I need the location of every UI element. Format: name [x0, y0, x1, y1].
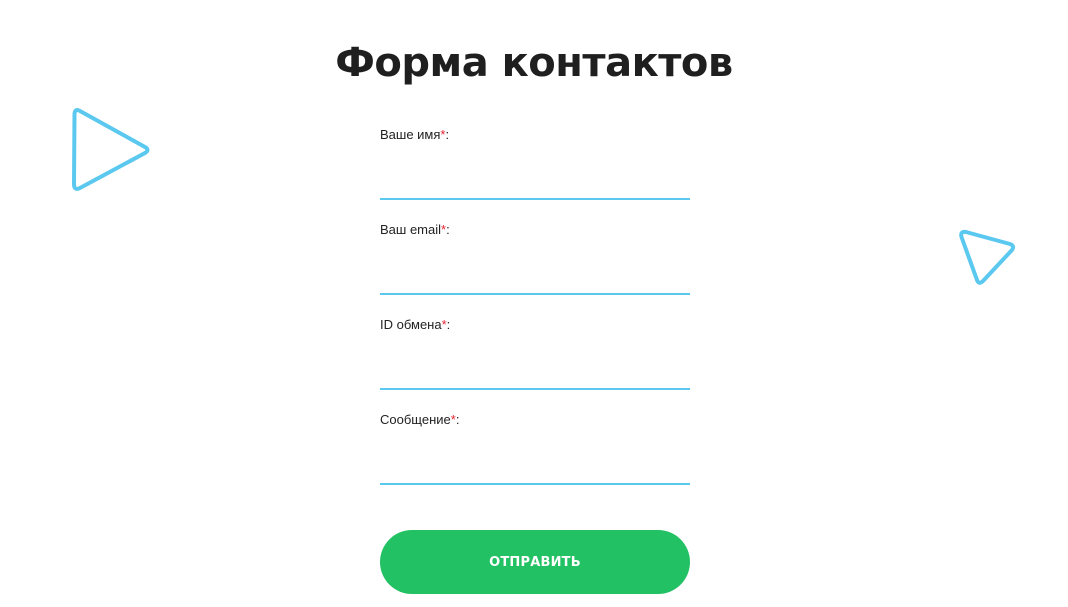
email-input[interactable]: [380, 261, 690, 295]
name-label: Ваше имя*:: [380, 127, 450, 142]
exchange-id-label: ID обмена*:: [380, 317, 451, 332]
name-input[interactable]: [380, 166, 690, 200]
exchange-id-input[interactable]: [380, 356, 690, 390]
email-field: Ваш email*:: [380, 221, 690, 316]
email-label: Ваш email*:: [380, 222, 450, 237]
page-title: Форма контактов: [335, 40, 733, 86]
contact-form: Ваше имя*: Ваш email*: ID обмена*: Сообщ…: [380, 126, 690, 506]
play-triangle-icon: [959, 229, 1016, 285]
message-label: Сообщение*:: [380, 412, 460, 427]
message-input[interactable]: [380, 451, 690, 485]
message-field: Сообщение*:: [380, 411, 690, 506]
name-field: Ваше имя*:: [380, 126, 690, 221]
exchange-id-field: ID обмена*:: [380, 316, 690, 411]
submit-button[interactable]: ОТПРАВИТЬ: [380, 530, 690, 594]
play-triangle-icon: [72, 108, 150, 191]
